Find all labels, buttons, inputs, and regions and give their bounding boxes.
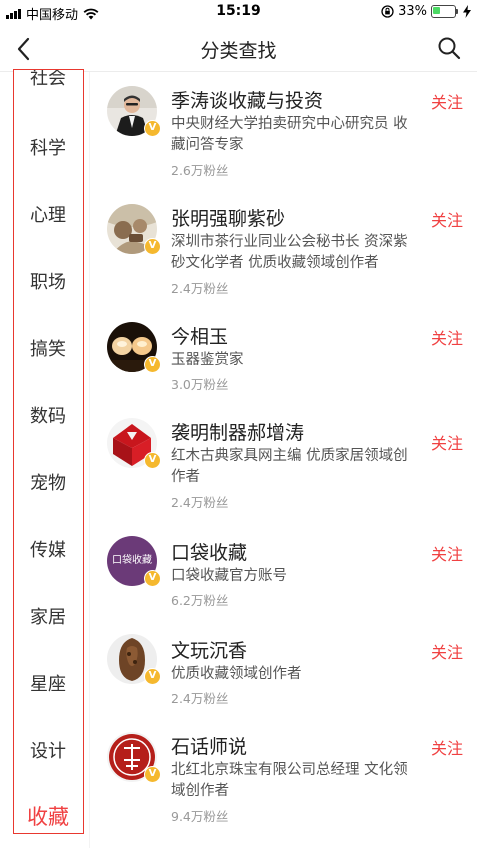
fans-count: 2.4万粉丝 xyxy=(171,495,229,510)
category-item-shoucang[interactable]: 收藏 xyxy=(14,801,82,831)
battery-percent: 33% xyxy=(398,4,427,19)
category-item-gaoxiao[interactable]: 搞笑 xyxy=(14,335,82,361)
battery-icon xyxy=(431,5,459,18)
fans-count: 2.6万粉丝 xyxy=(171,163,229,178)
category-item-shuma[interactable]: 数码 xyxy=(14,402,82,428)
status-right-group: 33% xyxy=(381,4,471,19)
user-name[interactable]: 文玩沉香 xyxy=(171,636,247,663)
user-name[interactable]: 袭明制器郝增涛 xyxy=(171,418,304,445)
category-item-sheji[interactable]: 设计 xyxy=(14,737,82,763)
follow-button[interactable]: 关注 xyxy=(431,89,463,113)
category-item-shehui[interactable]: 社会 xyxy=(14,70,82,90)
fans-count: 2.4万粉丝 xyxy=(171,691,229,706)
user-description: 红木古典家具网主编 优质家居领域创作者 xyxy=(171,448,408,485)
verified-badge-icon: V xyxy=(144,238,161,255)
nav-bar: 分类查找 xyxy=(0,24,477,72)
charging-bolt-icon xyxy=(463,5,471,18)
rotation-lock-icon xyxy=(381,5,394,18)
user-description: 玉器鉴赏家 xyxy=(171,352,244,368)
user-name[interactable]: 张明强聊紫砂 xyxy=(171,204,285,231)
search-icon[interactable] xyxy=(437,36,461,60)
page-title: 分类查找 xyxy=(200,40,277,62)
follow-button[interactable]: 关注 xyxy=(431,325,463,349)
verified-badge-icon: V xyxy=(144,120,161,137)
fans-count: 3.0万粉丝 xyxy=(171,377,229,392)
follow-button[interactable]: 关注 xyxy=(431,735,463,759)
user-description: 中央财经大学拍卖研究中心研究员 收藏问答专家 xyxy=(171,116,408,153)
user-description: 北红北京珠宝有限公司总经理 文化领域创作者 xyxy=(171,762,408,799)
category-item-xingzuo[interactable]: 星座 xyxy=(14,670,82,696)
category-item-chongwu[interactable]: 宠物 xyxy=(14,469,82,495)
follow-button[interactable]: 关注 xyxy=(431,639,463,663)
follow-button[interactable]: 关注 xyxy=(431,207,463,231)
fans-count: 9.4万粉丝 xyxy=(171,809,229,824)
category-item-chuanmei[interactable]: 传媒 xyxy=(14,536,82,562)
fans-count: 2.4万粉丝 xyxy=(171,281,229,296)
user-description: 口袋收藏官方账号 xyxy=(171,568,287,584)
user-description: 优质收藏领域创作者 xyxy=(171,666,302,682)
verified-badge-icon: V xyxy=(144,452,161,469)
user-name[interactable]: 季涛谈收藏与投资 xyxy=(171,86,323,113)
user-name[interactable]: 石话师说 xyxy=(171,732,247,759)
user-name[interactable]: 口袋收藏 xyxy=(171,538,247,565)
verified-badge-icon: V xyxy=(144,668,161,685)
follow-button[interactable]: 关注 xyxy=(431,541,463,565)
follow-button[interactable]: 关注 xyxy=(431,430,463,454)
verified-badge-icon: V xyxy=(144,356,161,373)
category-item-xinli[interactable]: 心理 xyxy=(14,201,82,227)
category-item-kexue[interactable]: 科学 xyxy=(14,134,82,160)
status-bar: 中国移动 15:19 33% xyxy=(0,0,477,24)
sidebar-divider xyxy=(89,72,90,848)
category-item-jiaju[interactable]: 家居 xyxy=(14,603,82,629)
verified-badge-icon: V xyxy=(144,766,161,783)
user-name[interactable]: 今相玉 xyxy=(171,322,228,349)
user-description: 深圳市茶行业同业公会秘书长 资深紫砂文化学者 优质收藏领域创作者 xyxy=(171,234,408,271)
fans-count: 6.2万粉丝 xyxy=(171,593,229,608)
verified-badge-icon: V xyxy=(144,570,161,587)
category-sidebar: 社会 科学 心理 职场 搞笑 数码 宠物 传媒 家居 星座 设计 收藏 xyxy=(13,69,84,834)
category-item-zhichang[interactable]: 职场 xyxy=(14,268,82,294)
